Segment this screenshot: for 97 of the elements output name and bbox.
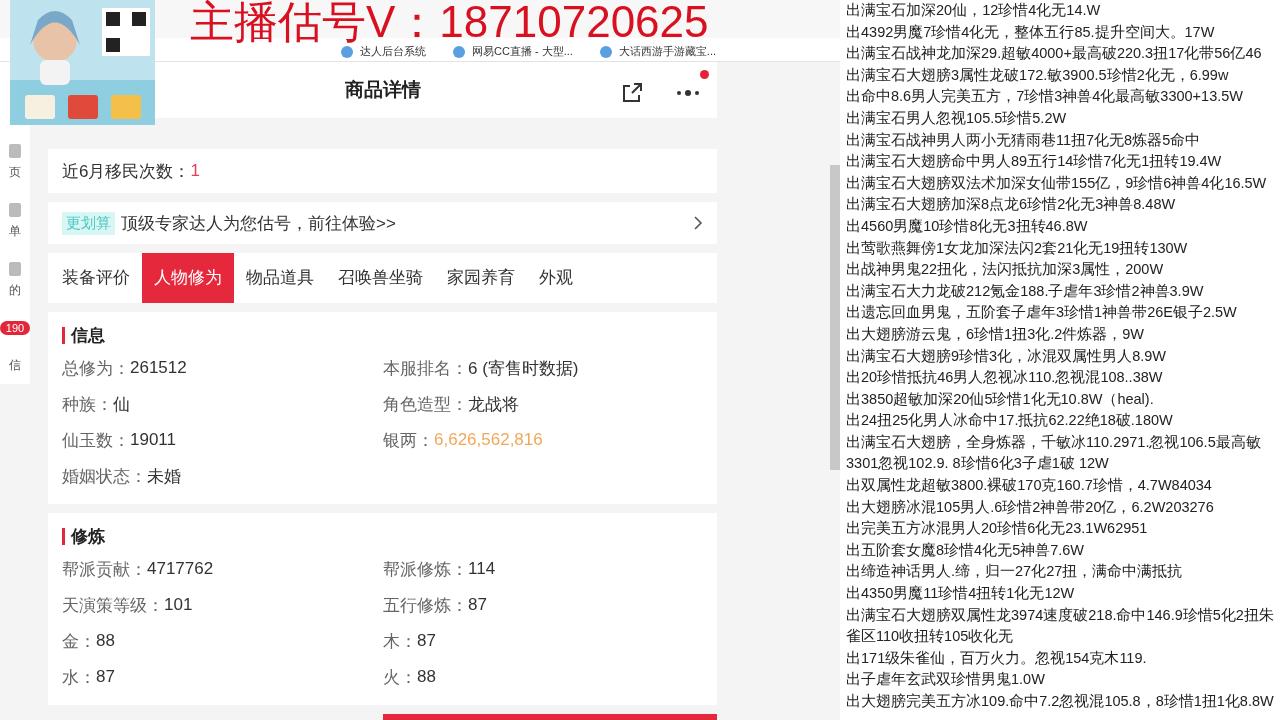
field-value: 仙 (113, 393, 130, 416)
listing-text: 出满宝石男人忽视105.5珍惜5.2W (846, 108, 1068, 128)
tab[interactable]: 物品道具 (234, 252, 326, 303)
bookmark-icon (340, 44, 354, 59)
listing-text: 出24扭25化男人冰命中17.抵抗62.22绝18破.180W (846, 411, 1174, 431)
listing-text: 出4392男魔7珍惜4化无，整体五行85.提升空间大。17W (846, 22, 1216, 42)
listing-text: 出莺歌燕舞傍1女龙加深法闪2套21化无19扭转130W (846, 238, 1189, 258)
field-label: 总修为： (62, 357, 130, 380)
listing-text: 出满宝石战神男人两小无猜雨巷11扭7化无8炼器5命中 (846, 130, 1202, 150)
scrollbar-thumb[interactable] (830, 165, 840, 470)
promo-banner[interactable]: 更划算 顶级专家达人为您估号，前往体验>> (48, 202, 717, 244)
tab[interactable]: 召唤兽坐骑 (326, 252, 435, 303)
field-value: 未婚 (147, 465, 181, 488)
sidebar-item[interactable]: 信 (9, 357, 21, 374)
tab[interactable]: 家园养育 (435, 252, 527, 303)
accent-bar (62, 527, 65, 545)
listing-text: 出满宝石大翅膀，全身炼器，千敏冰110.2971.忽视106.5最高敏3301忽视102.9. 8珍惜6化3子虐1破 12W (846, 432, 1262, 474)
field-value: 19011 (130, 430, 176, 450)
field-label: 角色造型： (383, 393, 468, 416)
listing-text: 出遗忘回血男鬼，五阶套子虐年3珍惜1神兽带26E银子2.5W (846, 303, 1238, 323)
listing-text: 出大翅膀冰混105男人.6珍惜2神兽带20亿，6.2W203276 (846, 497, 1215, 517)
listing-text: 出171级朱雀仙，百万火力。忽视154克木119. (846, 648, 1148, 668)
field-value: 88 (417, 667, 436, 687)
migration-label: 近6月移民次数： (62, 160, 191, 183)
migration-count: 1 (190, 161, 200, 182)
bookmark-link[interactable]: 大话西游手游藏宝... (618, 44, 716, 59)
chevron-right-icon (693, 215, 703, 231)
field-label: 婚姻状态： (62, 465, 147, 488)
field-label: 木： (383, 630, 417, 653)
bookmark-icon (598, 44, 613, 59)
listing-text: 出满宝石大翅膀双属性龙3974速度破218.命中146.9珍惜5化2扭朱雀区110收扭转105收化无 (846, 605, 1275, 647)
listing-text: 出4350男魔11珍惜4扭转1化无12W (846, 584, 1076, 604)
listing-text: 出五阶套女魔8珍惜4化无5神兽7.6W (846, 540, 1086, 560)
listing-text: 出战神男鬼22扭化，法闪抵抗加深3属性，200W (846, 260, 1165, 280)
field-value: 龙战将 (468, 393, 519, 416)
page-title: 商品详情 (344, 78, 421, 103)
listing-text: 出命中8.6男人完美五方，7珍惜3神兽4化最高敏3300+13.5W (846, 87, 1244, 107)
more-icon (675, 88, 701, 98)
field-label: 帮派修炼： (383, 558, 468, 581)
bookmark-link[interactable]: 达人后台系统 (360, 44, 426, 59)
bookmark-link[interactable]: 网易CC直播 - 大型... (472, 44, 573, 59)
listing-text: 出4560男魔10珍惜8化无3扭转46.8W (846, 216, 1089, 236)
promo-text: 顶级专家达人为您估号，前往体验>> (121, 212, 397, 235)
sidebar-item[interactable]: 页 (9, 164, 21, 181)
field-value: 101 (164, 595, 193, 615)
field-label: 本服排名： (383, 357, 468, 380)
field-label: 金： (62, 630, 96, 653)
sidebar-item[interactable]: 的 (9, 282, 21, 299)
listing-text: 出满宝石大力龙破212氪金188.子虐年3珍惜2神兽3.9W (846, 281, 1205, 301)
share-icon (621, 82, 643, 104)
field-label: 水： (62, 666, 96, 689)
promo-tag: 更划算 (62, 211, 115, 235)
tab[interactable]: 装备评价 (50, 252, 142, 303)
field-label: 帮派贡献： (62, 558, 147, 581)
field-label: 银两： (383, 429, 434, 452)
field-label: 火： (383, 666, 417, 689)
listing-text: 出大翅膀完美五方冰109.命中7.2忽视混105.8，8珍惜1扭1化8.8W (846, 692, 1275, 711)
tab[interactable]: 外观 (527, 252, 585, 303)
listing-text: 出满宝石大翅膀双法术加深女仙带155亿，9珍惜6神兽4化16.5W (846, 173, 1268, 193)
field-label: 五行修炼： (383, 594, 468, 617)
field-value: 87 (417, 631, 436, 651)
action-bar[interactable] (383, 714, 717, 720)
field-value: 87 (468, 595, 487, 615)
listing-text: 出满宝石大翅膀命中男人89五行14珍惜7化无1扭转19.4W (846, 152, 1223, 172)
listing-text: 出满宝石战神龙加深29.超敏4000+最高破220.3扭17化带56亿46 (846, 44, 1263, 64)
field-value: 261512 (130, 358, 187, 378)
field-value: 6,626,562,816 (434, 430, 543, 450)
listing-text: 出20珍惜抵抗46男人忽视冰110.忽视混108..38W (846, 368, 1164, 388)
listing-text: 出双属性龙超敏3800.裸破170克160.7珍惜，4.7W84034 (846, 476, 1213, 496)
listing-text: 出满宝石大翅膀9珍惜3化，冰混双属性男人8.9W (846, 346, 1167, 366)
listing-text: 出大翅膀游云鬼，6珍惜1扭3化.2件炼器，9W (846, 324, 1146, 344)
field-value: 114 (468, 559, 496, 579)
field-label: 种族： (62, 393, 113, 416)
nav-icon (9, 203, 21, 217)
listing-text: 出缔造神话男人.缔，归一27化27扭，满命中满抵抗 (846, 562, 1184, 582)
field-value: 6 (寄售时数据) (468, 357, 579, 380)
field-value: 4717762 (147, 559, 214, 579)
field-value: 88 (96, 631, 115, 651)
listing-text: 出子虐年玄武双珍惜男鬼1.0W (846, 670, 1046, 690)
section-title: 修炼 (71, 525, 105, 548)
nav-icon (9, 144, 21, 158)
count-badge: 190 (0, 321, 31, 335)
listing-text: 出满宝石大翅膀加深8点龙6珍惜2化无3神兽8.48W (846, 195, 1177, 215)
overlay-text: 主播估号V：18710720625 (190, 0, 709, 44)
nav-icon (9, 262, 21, 276)
sidebar-item[interactable]: 单 (9, 223, 21, 240)
listing-text: 出满宝石加深20仙，12珍惜4化无14.W (846, 1, 1102, 20)
bookmark-icon (452, 44, 466, 59)
field-label: 仙玉数： (62, 429, 130, 452)
listing-text: 出完美五方冰混男人20珍惜6化无23.1W62951 (846, 519, 1149, 539)
listing-text: 出满宝石大翅膀3属性龙破172.敏3900.5珍惜2化无，6.99w (846, 65, 1230, 85)
tab[interactable]: 人物修为 (142, 252, 234, 303)
field-value: 87 (96, 667, 115, 687)
field-label: 天演策等级： (62, 594, 164, 617)
section-title: 信息 (71, 324, 105, 347)
accent-bar (62, 326, 65, 344)
listing-text: 出3850超敏加深20仙5珍惜1化无10.8W（heal). (846, 389, 1155, 409)
